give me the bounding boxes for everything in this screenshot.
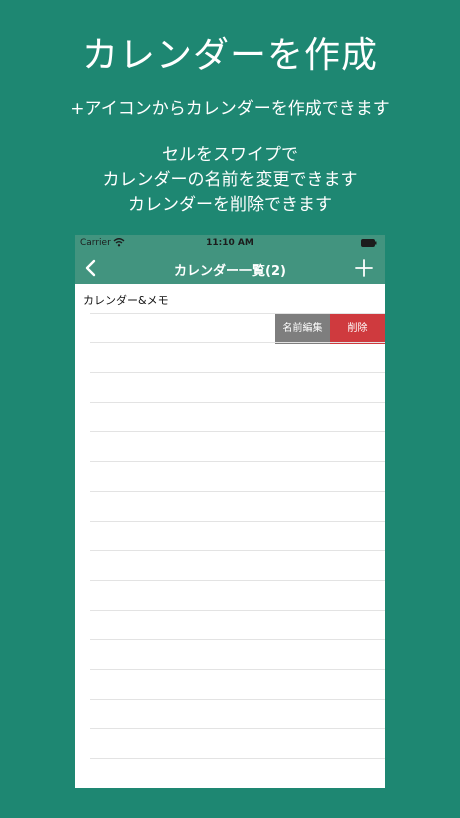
list-item <box>75 373 385 403</box>
delete-button[interactable]: 削除 <box>330 313 385 344</box>
battery-icon <box>361 239 377 247</box>
nav-title: カレンダー一覧(2) <box>174 264 286 279</box>
list-item <box>75 581 385 611</box>
list-item <box>75 462 385 492</box>
list-item-label: カレンダー&メモ <box>83 294 169 307</box>
list-item <box>75 611 385 641</box>
list-item <box>75 492 385 522</box>
promo-subtitle: +アイコンからカレンダーを作成できます <box>70 99 390 119</box>
promo-description-line-1: セルをスワイプで <box>162 145 298 165</box>
list-item <box>75 343 385 374</box>
list-item <box>75 730 385 760</box>
list-item[interactable]: 名前編集 削除 <box>75 313 385 344</box>
plus-icon[interactable] <box>355 259 373 277</box>
list-item <box>75 670 385 700</box>
promo-headline: カレンダーを作成 <box>81 35 378 76</box>
list-item <box>75 551 385 581</box>
row-separator <box>90 758 385 760</box>
list-item <box>75 640 385 671</box>
status-bar: Carrier 11:10 AM <box>75 235 385 252</box>
status-time: 11:10 AM <box>206 238 254 248</box>
swipe-actions: 名前編集 削除 <box>275 313 385 344</box>
list-item <box>75 700 385 730</box>
phone-screen: Carrier 11:10 AM カレンダー一覧(2) カレンダー&メモ 名前編… <box>75 235 385 788</box>
promo-description-line-3: カレンダーを削除できます <box>128 195 332 215</box>
list-item <box>75 522 385 552</box>
list-item <box>75 403 385 433</box>
calendar-list: カレンダー&メモ 名前編集 削除 <box>75 284 385 788</box>
rename-button[interactable]: 名前編集 <box>275 313 330 344</box>
navigation-bar: カレンダー一覧(2) <box>75 252 385 284</box>
promo-description-line-2: カレンダーの名前を変更できます <box>102 170 358 190</box>
list-item[interactable]: カレンダー&メモ <box>75 284 385 314</box>
list-item <box>75 433 385 463</box>
